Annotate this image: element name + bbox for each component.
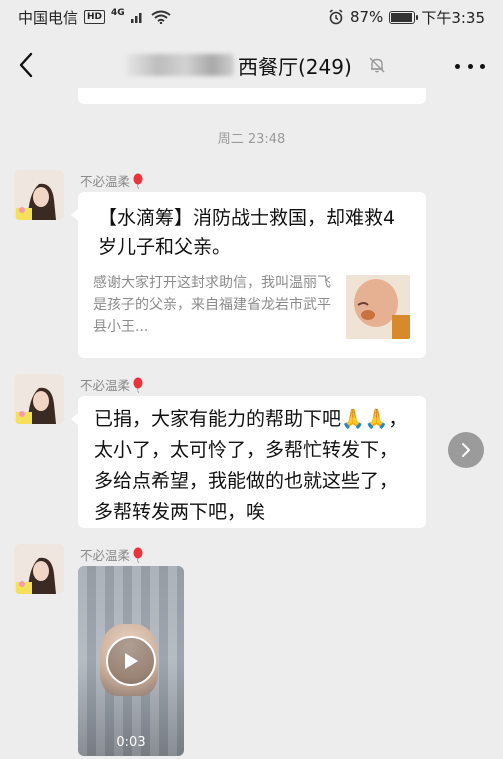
sender-name: 不必温柔 — [80, 171, 144, 190]
chat-title-area[interactable]: 西餐厅(249) — [126, 50, 386, 80]
battery-icon — [389, 10, 419, 24]
alarm-clock-icon — [329, 9, 343, 25]
battery-fill — [391, 12, 413, 22]
status-bar: 中国电信 HD 4G 87% 下午3:35 — [0, 0, 503, 34]
avatar[interactable] — [14, 544, 64, 594]
more-dots-icon — [455, 63, 460, 69]
link-card-bubble[interactable]: 【水滴筹】消防战士救国，却难救4岁儿子和父亲。 感谢大家打开这封求助信，我叫温丽… — [71, 192, 426, 358]
time-divider: 周二 23:48 — [217, 132, 286, 147]
balloon-icon — [133, 547, 143, 563]
avatar-photo — [14, 544, 64, 594]
clock-time: 下午3:35 — [421, 8, 485, 27]
wifi-icon — [151, 10, 171, 24]
video-message[interactable]: 0:03 — [78, 566, 184, 756]
play-button[interactable] — [106, 636, 156, 686]
sender-name: 不必温柔 — [80, 375, 144, 394]
avatar-photo — [14, 374, 64, 424]
signal-icon — [130, 13, 142, 23]
balloon-icon — [133, 377, 143, 393]
battery-percent: 87% — [349, 8, 384, 26]
avatar-photo — [14, 170, 64, 220]
chat-title: 西餐厅(249) — [238, 54, 352, 79]
carrier-label: 中国电信 — [18, 8, 79, 27]
text-message-bubble[interactable]: 已捐，大家有能力的帮助下吧🙏🙏，太小了，太可怜了，多帮忙转发下，多给点希望，我能… — [71, 396, 426, 528]
chevron-left-icon — [19, 52, 33, 78]
bell-off-icon — [369, 57, 385, 73]
blurred-name — [126, 54, 234, 76]
network-type: 4G — [111, 8, 125, 18]
more-button[interactable] — [455, 56, 485, 76]
back-button[interactable] — [12, 50, 40, 80]
card-thumbnail — [346, 275, 410, 339]
balloon-icon — [133, 173, 143, 189]
video-duration: 0:03 — [116, 735, 146, 750]
message-text: 已捐，大家有能力的帮助下吧🙏🙏，太小了，太可怜了，多帮忙转发下，多给点希望，我能… — [94, 408, 408, 523]
card-title: 【水滴筹】消防战士救国，却难救4岁儿子和父亲。 — [98, 207, 396, 258]
patient-photo — [346, 275, 410, 339]
previous-message-bubble[interactable] — [78, 88, 426, 104]
chevron-right-icon — [462, 443, 470, 457]
forward-button[interactable] — [448, 432, 484, 468]
avatar[interactable] — [14, 170, 64, 220]
chat-header: 西餐厅(249) — [0, 34, 503, 96]
avatar[interactable] — [14, 374, 64, 424]
play-icon — [125, 653, 138, 669]
hd-badge: HD — [84, 10, 106, 24]
sender-name: 不必温柔 — [80, 545, 144, 564]
card-description: 感谢大家打开这封求助信，我叫温丽飞是孩子的父亲，来自福建省龙岩市武平县小王... — [93, 275, 331, 335]
